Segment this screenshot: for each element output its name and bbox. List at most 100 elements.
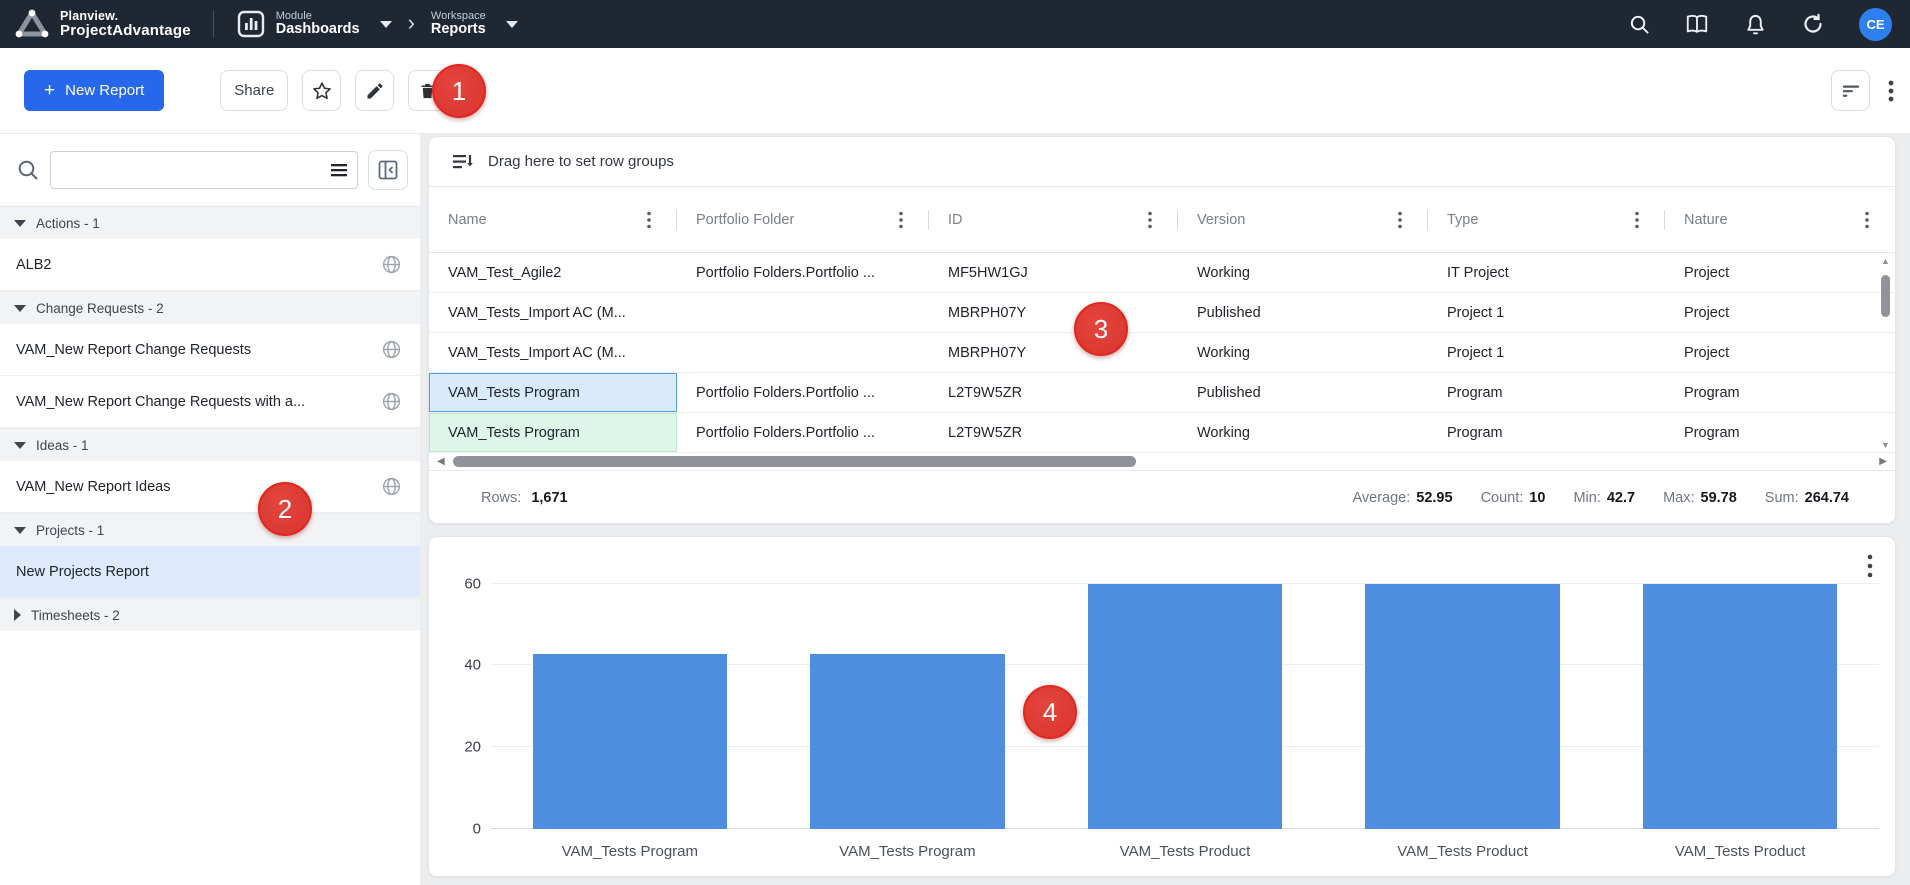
- horizontal-scrollbar[interactable]: ◀ ▶: [429, 453, 1895, 470]
- column-menu-button[interactable]: [1148, 211, 1152, 229]
- table-cell[interactable]: [677, 333, 929, 372]
- globe-button[interactable]: [381, 391, 402, 412]
- table-cell[interactable]: VAM_Tests_Import AC (M...: [429, 333, 677, 372]
- column-menu-button[interactable]: [1635, 211, 1639, 229]
- bar[interactable]: [533, 654, 727, 829]
- table-row[interactable]: VAM_Test_Agile2Portfolio Folders.Portfol…: [429, 253, 1895, 293]
- scroll-left-icon[interactable]: ◀: [437, 456, 445, 467]
- brand-line1: Planview.: [60, 10, 191, 23]
- module-dropdown[interactable]: Module Dashboards: [236, 9, 392, 39]
- notifications-bell-icon[interactable]: [1743, 12, 1767, 36]
- table-cell[interactable]: Project 1: [1428, 293, 1665, 332]
- table-row[interactable]: VAM_Tests ProgramPortfolio Folders.Portf…: [429, 413, 1895, 453]
- annotation-badge: 3: [1074, 302, 1128, 356]
- column-header[interactable]: Version: [1178, 187, 1428, 252]
- x-axis-category-label: VAM_Tests Product: [1046, 843, 1324, 860]
- vertical-scrollbar[interactable]: ▲ ▼: [1879, 255, 1892, 451]
- new-report-button[interactable]: + New Report: [24, 70, 164, 111]
- refresh-icon[interactable]: [1801, 12, 1825, 36]
- aggregate-value: 10: [1529, 490, 1545, 506]
- section-header[interactable]: Change Requests - 2: [0, 291, 420, 324]
- toolbar-kebab-menu[interactable]: [1888, 79, 1894, 103]
- section-header[interactable]: Ideas - 1: [0, 428, 420, 461]
- globe-button[interactable]: [381, 476, 402, 497]
- table-cell[interactable]: MBRPH07Y: [929, 293, 1178, 332]
- section-header[interactable]: Timesheets - 2: [0, 598, 420, 631]
- table-cell[interactable]: Program: [1665, 413, 1895, 452]
- share-button[interactable]: Share: [220, 70, 288, 111]
- table-row[interactable]: VAM_Tests_Import AC (M... MBRPH07YWorking…: [429, 333, 1895, 373]
- table-cell[interactable]: Working: [1178, 333, 1428, 372]
- column-header[interactable]: Name: [429, 187, 677, 252]
- column-menu-button[interactable]: [1865, 211, 1869, 229]
- globe-button[interactable]: [381, 339, 402, 360]
- search-icon[interactable]: [1627, 12, 1651, 36]
- column-menu-button[interactable]: [647, 211, 651, 229]
- table-cell[interactable]: VAM_Tests Program: [429, 373, 677, 412]
- table-cell[interactable]: Project: [1665, 333, 1895, 372]
- rows-value: 1,671: [531, 490, 567, 506]
- table-cell[interactable]: L2T9W5ZR: [929, 413, 1178, 452]
- bar[interactable]: [1088, 584, 1282, 829]
- table-cell[interactable]: VAM_Tests_Import AC (M...: [429, 293, 677, 332]
- table-row[interactable]: VAM_Tests_Import AC (M... MBRPH07YPublish…: [429, 293, 1895, 333]
- sidebar-search-input[interactable]: [50, 151, 358, 189]
- column-header[interactable]: ID: [929, 187, 1178, 252]
- column-menu-button[interactable]: [1398, 211, 1402, 229]
- table-cell[interactable]: IT Project: [1428, 253, 1665, 292]
- column-menu-button[interactable]: [899, 211, 903, 229]
- bar[interactable]: [1643, 584, 1837, 829]
- table-cell[interactable]: Published: [1178, 293, 1428, 332]
- column-header[interactable]: Portfolio Folder: [677, 187, 929, 252]
- bar[interactable]: [810, 654, 1004, 829]
- column-header[interactable]: Type: [1428, 187, 1665, 252]
- new-report-label: New Report: [65, 82, 144, 99]
- table-cell[interactable]: Portfolio Folders.Portfolio ...: [677, 253, 929, 292]
- table-cell[interactable]: Published: [1178, 373, 1428, 412]
- column-header[interactable]: Nature: [1665, 187, 1895, 252]
- bar[interactable]: [1365, 584, 1559, 829]
- grid-rows-list: VAM_Test_Agile2Portfolio Folders.Portfol…: [429, 253, 1895, 453]
- section-header[interactable]: Actions - 1: [0, 206, 420, 239]
- user-avatar[interactable]: CE: [1859, 8, 1892, 41]
- scroll-down-icon[interactable]: ▼: [1881, 439, 1890, 451]
- search-menu-icon[interactable]: [329, 160, 349, 180]
- table-cell[interactable]: VAM_Tests Program: [429, 413, 677, 452]
- sidebar-report-item[interactable]: VAM_New Report Change Requests: [0, 324, 420, 376]
- documentation-book-icon[interactable]: [1685, 12, 1709, 36]
- table-cell[interactable]: L2T9W5ZR: [929, 373, 1178, 412]
- table-cell[interactable]: MF5HW1GJ: [929, 253, 1178, 292]
- scroll-up-icon[interactable]: ▲: [1881, 255, 1890, 267]
- plus-icon: +: [44, 80, 55, 102]
- section-header[interactable]: Projects - 1: [0, 513, 420, 546]
- workspace-dropdown[interactable]: Workspace Reports: [431, 10, 518, 38]
- brand[interactable]: Planview. ProjectAdvantage: [14, 8, 191, 40]
- sidebar-report-item[interactable]: VAM_New Report Ideas: [0, 461, 420, 513]
- table-cell[interactable]: Program: [1665, 373, 1895, 412]
- table-cell[interactable]: Portfolio Folders.Portfolio ...: [677, 413, 929, 452]
- table-cell[interactable]: Program: [1428, 413, 1665, 452]
- table-cell[interactable]: Project: [1665, 253, 1895, 292]
- table-cell[interactable]: Portfolio Folders.Portfolio ...: [677, 373, 929, 412]
- table-cell[interactable]: VAM_Test_Agile2: [429, 253, 677, 292]
- table-cell[interactable]: Project 1: [1428, 333, 1665, 372]
- table-cell[interactable]: Project: [1665, 293, 1895, 332]
- filter-button[interactable]: [1831, 70, 1870, 111]
- horizontal-scroll-thumb[interactable]: [453, 456, 1136, 467]
- collapse-panel-button[interactable]: [368, 150, 408, 190]
- globe-button[interactable]: [381, 254, 402, 275]
- scroll-right-icon[interactable]: ▶: [1879, 456, 1887, 467]
- table-cell[interactable]: MBRPH07Y: [929, 333, 1178, 372]
- sidebar-report-item[interactable]: ALB2: [0, 239, 420, 291]
- table-cell[interactable]: Working: [1178, 253, 1428, 292]
- table-cell[interactable]: Program: [1428, 373, 1665, 412]
- sidebar-report-item[interactable]: New Projects Report: [0, 546, 420, 598]
- row-group-dropzone[interactable]: Drag here to set row groups: [429, 137, 1895, 187]
- table-cell[interactable]: Working: [1178, 413, 1428, 452]
- favorite-star-button[interactable]: [302, 70, 341, 111]
- sidebar-report-item[interactable]: VAM_New Report Change Requests with a...: [0, 376, 420, 428]
- table-row[interactable]: VAM_Tests ProgramPortfolio Folders.Portf…: [429, 373, 1895, 413]
- vertical-scroll-thumb[interactable]: [1881, 275, 1890, 317]
- table-cell[interactable]: [677, 293, 929, 332]
- edit-button[interactable]: [355, 70, 394, 111]
